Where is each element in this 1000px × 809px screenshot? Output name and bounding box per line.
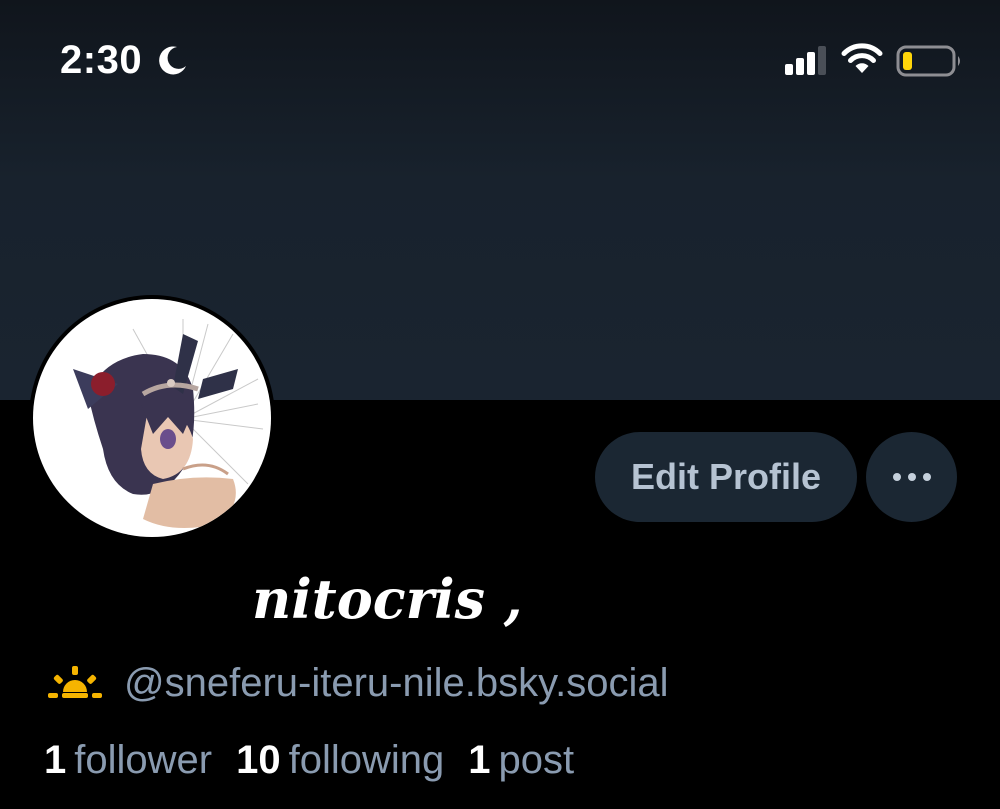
more-options-button[interactable] [866,432,957,522]
posts-count: 1 [468,737,491,782]
edit-profile-button[interactable]: Edit Profile [595,432,857,522]
followers-label: follower [74,737,213,782]
following-count: 10 [236,737,281,782]
following-stat[interactable]: 10 following [236,738,444,783]
avatar-image [33,299,271,537]
profile-screen: 2:30 Edit Profile nitocris , @sneferu-it… [0,0,1000,809]
status-time: 2:30 [60,38,143,82]
avatar[interactable] [29,295,275,541]
sunrise-icon [48,666,102,698]
handle-row: @sneferu-iteru-nile.bsky.social [46,658,669,708]
edit-profile-label: Edit Profile [630,456,822,497]
battery-icon [896,45,960,77]
ellipsis-icon-dot [922,473,931,481]
ellipsis-icon [892,473,901,481]
user-handle[interactable]: @sneferu-iteru-nile.bsky.social [124,661,669,706]
avatar-illustration [73,319,264,528]
status-bar: 2:30 [0,0,1000,120]
followers-stat[interactable]: 1 follower [44,738,212,783]
moon-icon [159,46,186,75]
following-label: following [288,737,445,782]
followers-count: 1 [44,737,67,782]
posts-label: post [498,737,575,782]
cellular-signal-icon [785,46,826,75]
wifi-icon [841,43,883,73]
profile-stats: 1 follower 10 following 1 post [44,734,598,786]
posts-stat: 1 post [468,738,574,783]
ellipsis-icon-dot [907,473,916,481]
display-name: nitocris , [252,567,523,631]
